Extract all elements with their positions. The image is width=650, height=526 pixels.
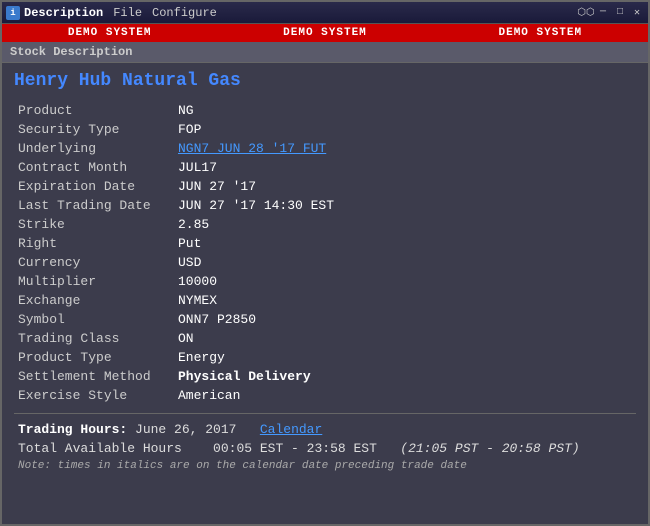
field-label: Contract Month (14, 158, 174, 177)
title-bar: i Description File Configure ⬡⬡ ─ □ ✕ (2, 2, 648, 24)
calendar-link[interactable]: Calendar (260, 422, 322, 437)
field-value[interactable]: NGN7 JUN 28 '17 FUT (174, 139, 636, 158)
total-hours-line: Total Available Hours 00:05 EST - 23:58 … (18, 441, 632, 456)
field-value: American (174, 386, 636, 405)
note-text: Note: times in italics are on the calend… (18, 460, 632, 472)
field-label: Currency (14, 253, 174, 272)
field-label: Right (14, 234, 174, 253)
field-label: Settlement Method (14, 367, 174, 386)
field-label: Exchange (14, 291, 174, 310)
table-row: Security TypeFOP (14, 120, 636, 139)
table-row: Exercise StyleAmerican (14, 386, 636, 405)
trading-hours-date: June 26, 2017 (135, 422, 236, 437)
field-value: NG (174, 101, 636, 120)
table-row: Expiration DateJUN 27 '17 (14, 177, 636, 196)
field-label: Exercise Style (14, 386, 174, 405)
table-row: CurrencyUSD (14, 253, 636, 272)
table-row: Settlement MethodPhysical Delivery (14, 367, 636, 386)
main-window: i Description File Configure ⬡⬡ ─ □ ✕ DE… (0, 0, 650, 526)
demo-system-bar: DEMO SYSTEM DEMO SYSTEM DEMO SYSTEM (2, 24, 648, 42)
info-table: ProductNGSecurity TypeFOPUnderlyingNGN7 … (14, 101, 636, 405)
field-value: 2.85 (174, 215, 636, 234)
menu-file[interactable]: File (113, 6, 142, 20)
table-row: Multiplier10000 (14, 272, 636, 291)
field-label: Multiplier (14, 272, 174, 291)
menu-configure[interactable]: Configure (152, 6, 217, 20)
demo-text-1: DEMO SYSTEM (68, 27, 152, 39)
divider (14, 413, 636, 414)
window-title: Description (24, 6, 103, 20)
trading-hours-label: Trading Hours: (18, 422, 127, 437)
field-value: 10000 (174, 272, 636, 291)
close-button[interactable]: ✕ (630, 6, 644, 20)
window-controls: ⬡⬡ ─ □ ✕ (579, 6, 644, 20)
table-row: Trading ClassON (14, 329, 636, 348)
content-body: Henry Hub Natural Gas ProductNGSecurity … (2, 63, 648, 524)
field-label: Expiration Date (14, 177, 174, 196)
table-row: UnderlyingNGN7 JUN 28 '17 FUT (14, 139, 636, 158)
field-value: Energy (174, 348, 636, 367)
field-value: JUN 27 '17 14:30 EST (174, 196, 636, 215)
total-hours-label: Total Available Hours (18, 441, 182, 456)
field-label: Last Trading Date (14, 196, 174, 215)
table-row: Last Trading DateJUN 27 '17 14:30 EST (14, 196, 636, 215)
trading-hours-section: Trading Hours: June 26, 2017 Calendar To… (14, 422, 636, 472)
table-row: ExchangeNYMEX (14, 291, 636, 310)
field-value: Put (174, 234, 636, 253)
field-label: Security Type (14, 120, 174, 139)
field-value: JUL17 (174, 158, 636, 177)
field-value: Physical Delivery (174, 367, 636, 386)
connect-icon[interactable]: ⬡⬡ (579, 6, 593, 20)
table-row: Contract MonthJUL17 (14, 158, 636, 177)
window-icon: i (6, 6, 20, 20)
total-hours-italic: (21:05 PST - 20:58 PST) (400, 441, 579, 456)
demo-text-3: DEMO SYSTEM (499, 27, 583, 39)
table-row: Product TypeEnergy (14, 348, 636, 367)
stock-title: Henry Hub Natural Gas (14, 71, 636, 91)
trading-hours-line: Trading Hours: June 26, 2017 Calendar (18, 422, 632, 437)
field-value: ON (174, 329, 636, 348)
field-label: Trading Class (14, 329, 174, 348)
field-value: ONN7 P2850 (174, 310, 636, 329)
section-header: Stock Description (2, 42, 648, 63)
total-hours-value: 00:05 EST - 23:58 EST (213, 441, 377, 456)
field-value: USD (174, 253, 636, 272)
table-row: Strike2.85 (14, 215, 636, 234)
maximize-button[interactable]: □ (613, 6, 627, 20)
table-row: RightPut (14, 234, 636, 253)
minimize-button[interactable]: ─ (596, 6, 610, 20)
field-value: JUN 27 '17 (174, 177, 636, 196)
field-value: NYMEX (174, 291, 636, 310)
main-content: Stock Description Henry Hub Natural Gas … (2, 42, 648, 524)
table-row: ProductNG (14, 101, 636, 120)
field-label: Underlying (14, 139, 174, 158)
field-label: Product Type (14, 348, 174, 367)
field-label: Strike (14, 215, 174, 234)
field-value: FOP (174, 120, 636, 139)
demo-text-2: DEMO SYSTEM (283, 27, 367, 39)
table-row: SymbolONN7 P2850 (14, 310, 636, 329)
field-label: Product (14, 101, 174, 120)
field-label: Symbol (14, 310, 174, 329)
